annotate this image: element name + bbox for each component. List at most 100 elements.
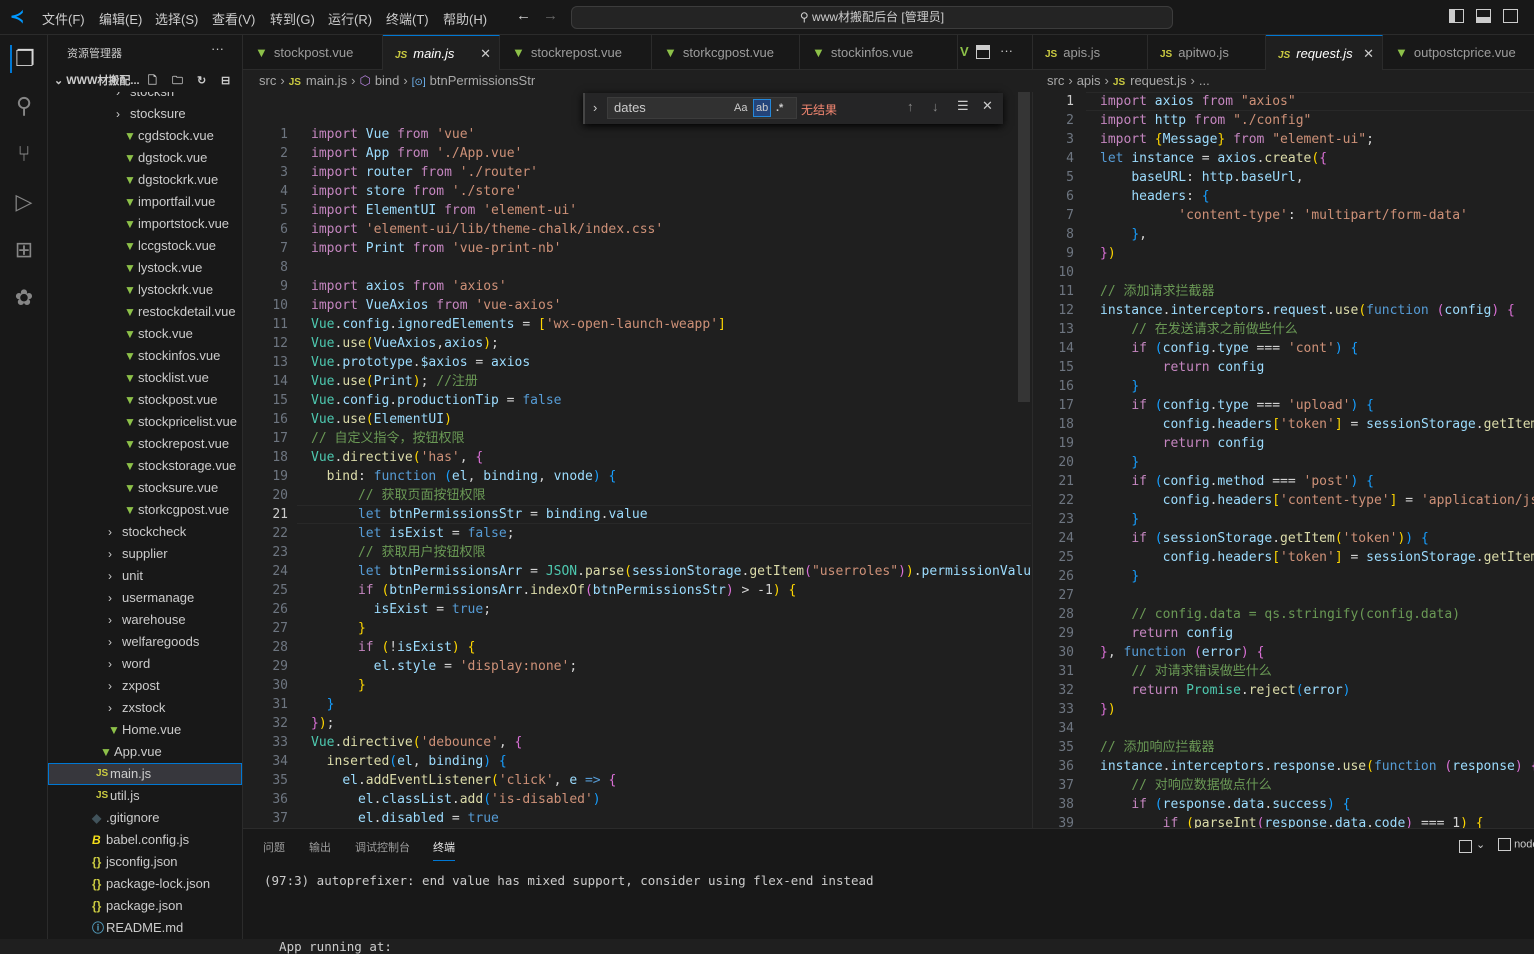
tab-stockpost-vue[interactable]: ▼ stockpost.vue <box>243 35 383 70</box>
previous-match-icon[interactable]: ↑ <box>907 99 914 114</box>
menu-item[interactable]: 转到(G) <box>270 9 315 28</box>
tree-item-lccgstock-vue[interactable]: ▼ lccgstock.vue <box>48 235 242 257</box>
breadcrumb-item[interactable]: request.js <box>1130 73 1186 88</box>
new-file-icon[interactable]: 🗋 <box>148 70 157 92</box>
tree-item-stockcheck[interactable]: › stockcheck <box>48 521 242 543</box>
search-icon[interactable]: ⚲ <box>10 92 38 120</box>
split-terminal-icon[interactable] <box>1459 840 1472 853</box>
tree-item-babel-config-js[interactable]: Bbabel.config.js <box>48 829 242 851</box>
next-match-icon[interactable]: ↓ <box>932 99 939 114</box>
close-find-icon[interactable]: ✕ <box>982 98 993 114</box>
match-case-toggle[interactable]: Aa <box>734 98 747 118</box>
toggle-sidebar-icon[interactable] <box>1449 9 1464 23</box>
extensions-icon[interactable]: ⊞ <box>10 236 38 264</box>
tree-item-zxstock[interactable]: › zxstock <box>48 697 242 719</box>
tab-storkcgpost-vue[interactable]: ▼ storkcgpost.vue <box>652 35 800 70</box>
menu-item[interactable]: 查看(V) <box>212 9 255 28</box>
whole-word-toggle[interactable]: ab <box>753 99 772 117</box>
tree-item-warehouse[interactable]: › warehouse <box>48 609 242 631</box>
collapse-all-icon[interactable]: ⊟ <box>221 70 230 92</box>
regex-toggle[interactable]: .* <box>776 98 783 118</box>
tree-item-supplier[interactable]: › supplier <box>48 543 242 565</box>
tree-item-stocklist-vue[interactable]: ▼ stocklist.vue <box>48 367 242 389</box>
tree-item-welfaregoods[interactable]: › welfaregoods <box>48 631 242 653</box>
breadcrumb-item[interactable]: apis <box>1077 73 1101 88</box>
menu-item[interactable]: 帮助(H) <box>443 9 487 28</box>
more-actions-icon[interactable]: ··· <box>1000 43 1013 58</box>
panel-tab-1[interactable]: 输出 <box>309 839 331 855</box>
tree-item-package-lock-json[interactable]: {} package-lock.json <box>48 873 242 895</box>
tab-apitwo-js[interactable]: JS apitwo.js <box>1148 35 1266 70</box>
toggle-replace-icon[interactable]: › <box>593 100 597 115</box>
tree-item-importfail-vue[interactable]: ▼ importfail.vue <box>48 191 242 213</box>
menu-item[interactable]: 运行(R) <box>328 9 372 28</box>
right-code-editor[interactable]: 1 import axios from "axios" 2 import http f… <box>1032 92 1534 828</box>
menu-item[interactable]: 文件(F) <box>42 9 85 28</box>
tree-item-stockrepost-vue[interactable]: ▼ stockrepost.vue <box>48 433 242 455</box>
tree-item-lystock-vue[interactable]: ▼ lystock.vue <box>48 257 242 279</box>
tree-item-stocksure-vue[interactable]: ▼ stocksure.vue <box>48 477 242 499</box>
breadcrumb-item[interactable]: src <box>1047 73 1064 88</box>
panel-tab-0[interactable]: 问题 <box>263 839 285 855</box>
toggle-panel-icon[interactable] <box>1476 9 1491 23</box>
toggle-secondary-sidebar-icon[interactable] <box>1503 9 1518 23</box>
tree-item-storkcgpost-vue[interactable]: ▼ storkcgpost.vue <box>48 499 242 521</box>
menu-item[interactable]: 选择(S) <box>155 9 198 28</box>
tree-item-stockstorage-vue[interactable]: ▼ stockstorage.vue <box>48 455 242 477</box>
tree-item-word[interactable]: › word <box>48 653 242 675</box>
run-debug-icon[interactable]: ▷ <box>10 188 38 216</box>
tree-item-lystockrk-vue[interactable]: ▼ lystockrk.vue <box>48 279 242 301</box>
back-arrow-icon[interactable]: ← <box>516 7 531 24</box>
tree-item-dgstock-vue[interactable]: ▼ dgstock.vue <box>48 147 242 169</box>
tree-item-home-vue[interactable]: ▼ Home.vue <box>48 719 242 741</box>
chevron-down-icon[interactable]: ⌄ <box>1476 838 1485 851</box>
chatgpt-icon[interactable]: ✿ <box>10 284 38 312</box>
tree-item-stockinfos-vue[interactable]: ▼ stockinfos.vue <box>48 345 242 367</box>
menu-item[interactable]: 终端(T) <box>386 9 429 28</box>
close-icon[interactable]: ✕ <box>480 36 491 71</box>
tree-item-dgstockrk-vue[interactable]: ▼ dgstockrk.vue <box>48 169 242 191</box>
breadcrumb-item[interactable]: btnPermissionsStr <box>430 73 535 88</box>
tree-item--gitignore[interactable]: ◆ .gitignore <box>48 807 242 829</box>
tree-item-importstock-vue[interactable]: ▼ importstock.vue <box>48 213 242 235</box>
tree-item-usermanage[interactable]: › usermanage <box>48 587 242 609</box>
tree-item-package-json[interactable]: {} package.json <box>48 895 242 917</box>
workspace-root-header[interactable]: ⌄ WWW材搬配... 🗋 🗀 ↻ ⊟ <box>48 70 242 92</box>
split-editor-icon[interactable] <box>976 45 990 59</box>
tab-request-js[interactable]: JS request.js ✕ <box>1266 35 1383 70</box>
tree-item-stockpost-vue[interactable]: ▼ stockpost.vue <box>48 389 242 411</box>
tree-item-stockpricelist-vue[interactable]: ▼ stockpricelist.vue <box>48 411 242 433</box>
find-input[interactable]: dates Aa ab .* <box>607 97 797 119</box>
tree-item-restockdetail-vue[interactable]: ▼ restockdetail.vue <box>48 301 242 323</box>
find-in-selection-icon[interactable]: ☰ <box>957 98 969 114</box>
panel-tab-3[interactable]: 终端 <box>433 839 455 861</box>
tree-item-main-js[interactable]: JS main.js <box>48 763 242 785</box>
panel-tab-2[interactable]: 调试控制台 <box>355 839 410 855</box>
breadcrumb-item[interactable]: main.js <box>306 73 347 88</box>
tab-main-js[interactable]: JS main.js ✕ <box>383 35 500 70</box>
left-scrollbar[interactable] <box>1018 92 1030 402</box>
breadcrumb-item[interactable]: src <box>259 73 276 88</box>
breadcrumb-item[interactable]: ... <box>1199 73 1210 88</box>
source-control-icon[interactable]: ⑂ <box>10 140 38 168</box>
tree-item-util-js[interactable]: JS util.js <box>48 785 242 807</box>
tab-outpostcprice-vue[interactable]: ▼ outpostcprice.vue <box>1383 35 1534 70</box>
tree-item-jsconfig-json[interactable]: {} jsconfig.json <box>48 851 242 873</box>
tree-item-unit[interactable]: › unit <box>48 565 242 587</box>
tree-item-cgdstock-vue[interactable]: ▼ cgdstock.vue <box>48 125 242 147</box>
forward-arrow-icon[interactable]: → <box>543 7 558 24</box>
tab-stockinfos-vue[interactable]: ▼ stockinfos.vue <box>800 35 958 70</box>
new-folder-icon[interactable]: 🗀 <box>172 70 183 92</box>
command-center[interactable]: ⚲ www材搬配后台 [管理员] <box>571 6 1173 29</box>
tree-item-zxpost[interactable]: › zxpost <box>48 675 242 697</box>
tree-item-app-vue[interactable]: ▼ App.vue <box>48 741 242 763</box>
left-code-editor[interactable]: 1 import Vue from 'vue' 2 import App from '… <box>243 92 1031 828</box>
refresh-icon[interactable]: ↻ <box>197 70 206 92</box>
breadcrumb-item[interactable]: bind <box>375 73 400 88</box>
tab-apis-js[interactable]: JS apis.js <box>1033 35 1148 70</box>
close-icon[interactable]: ✕ <box>1363 36 1374 71</box>
more-actions-icon[interactable]: ··· <box>211 41 224 56</box>
tab-stockrepost-vue[interactable]: ▼ stockrepost.vue <box>500 35 652 70</box>
tree-item-stocksure[interactable]: › stocksure <box>48 103 242 125</box>
terminal-instance[interactable]: node <box>1498 838 1534 851</box>
